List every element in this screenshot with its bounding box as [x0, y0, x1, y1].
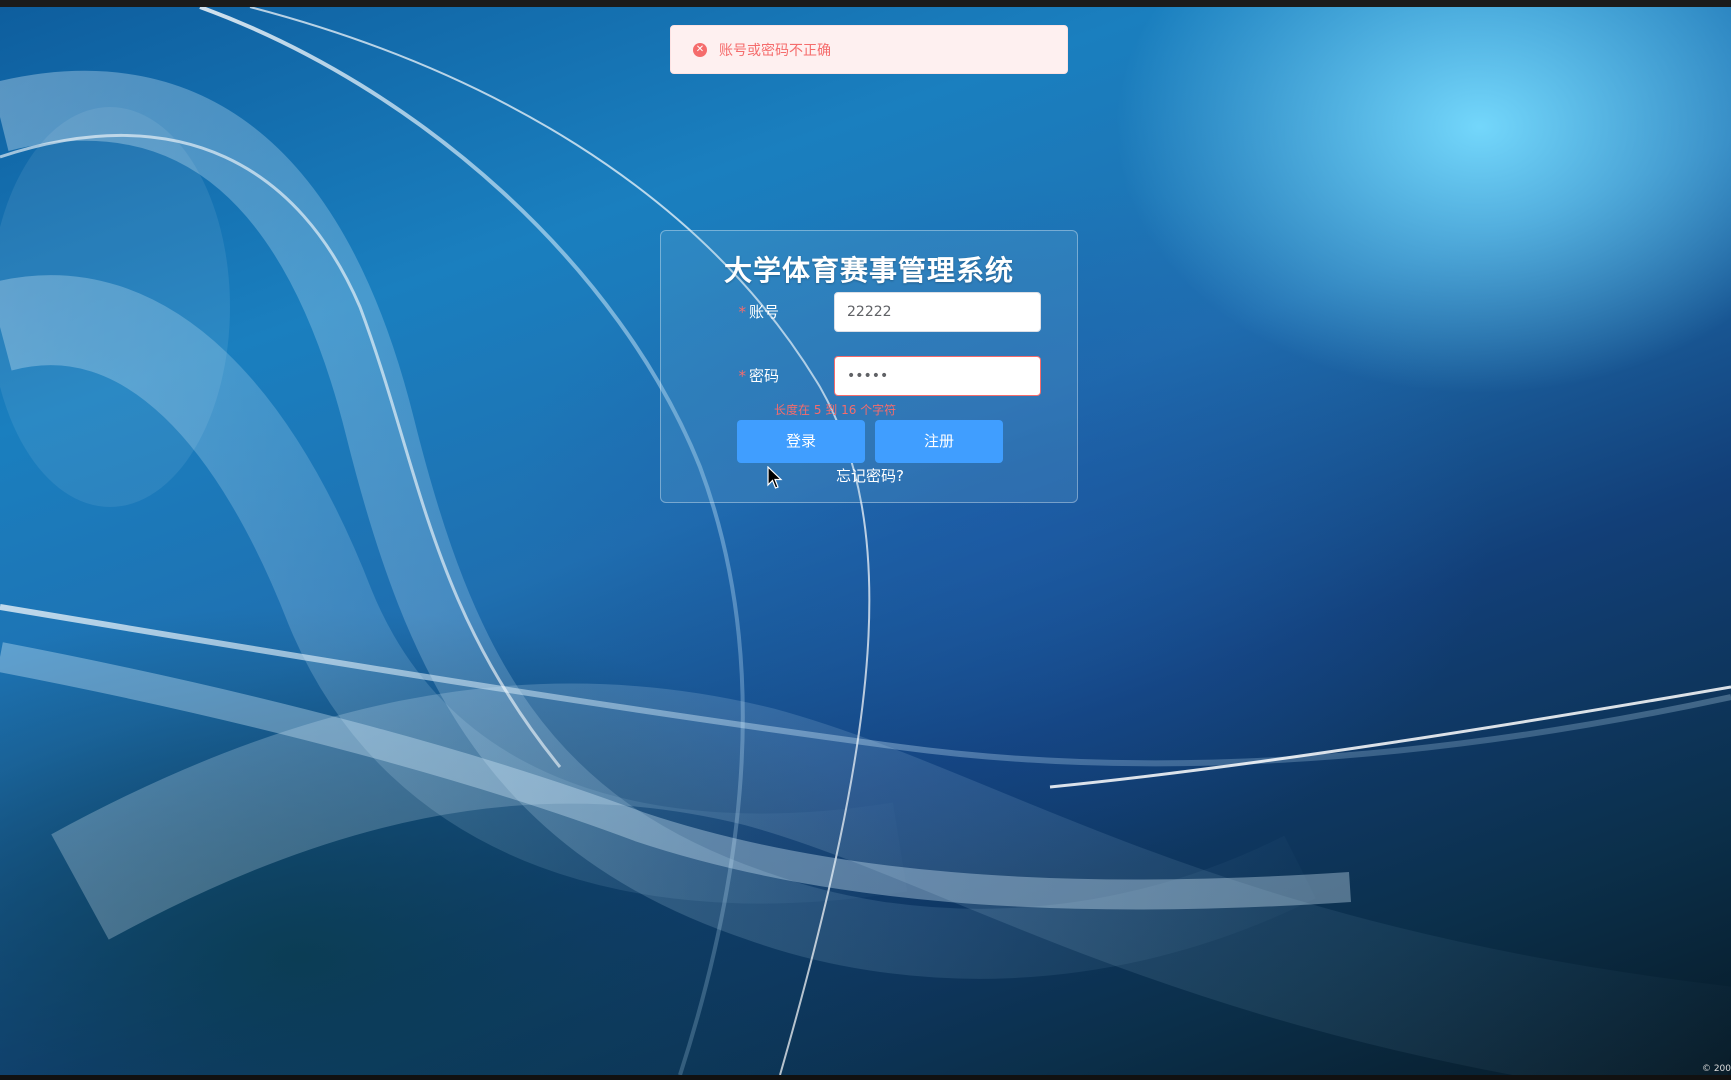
register-button[interactable]: 注册 — [875, 420, 1003, 463]
copyright-text: © 200 — [1701, 1064, 1731, 1074]
background-wallpaper — [0, 7, 1731, 1075]
password-input[interactable]: ••••• — [834, 356, 1041, 396]
top-frame-bar — [0, 0, 1731, 7]
username-input[interactable]: 22222 — [834, 292, 1041, 332]
toast-message: 账号或密码不正确 — [719, 42, 831, 59]
wallpaper-light-swirls — [0, 7, 1731, 1075]
login-button[interactable]: 登录 — [737, 420, 865, 463]
error-toast: ✕ 账号或密码不正确 — [670, 25, 1068, 74]
username-label: * 账号 — [721, 292, 789, 332]
password-row: * 密码 ••••• — [721, 356, 1041, 396]
close-circle-icon: ✕ — [693, 42, 707, 57]
username-label-text: 账号 — [748, 303, 779, 321]
login-title: 大学体育赛事管理系统 — [723, 254, 1014, 287]
required-mark: * — [738, 303, 746, 321]
login-card: 大学体育赛事管理系统 * 账号 22222 * 密码 ••••• 长度在 5 到 1… — [660, 230, 1078, 503]
password-label: * 密码 — [721, 356, 789, 396]
password-error-text: 长度在 5 到 16 个字符 — [774, 403, 897, 417]
bottom-frame-bar — [0, 1075, 1731, 1080]
forgot-password-link[interactable]: 忘记密码? — [661, 465, 1079, 486]
required-mark: * — [738, 367, 746, 385]
password-label-text: 密码 — [748, 367, 779, 385]
username-row: * 账号 22222 — [721, 292, 1041, 332]
mouse-cursor-icon — [767, 466, 783, 489]
login-page: ✕ 账号或密码不正确 大学体育赛事管理系统 * 账号 22222 * 密码 ••••… — [0, 0, 1731, 1080]
